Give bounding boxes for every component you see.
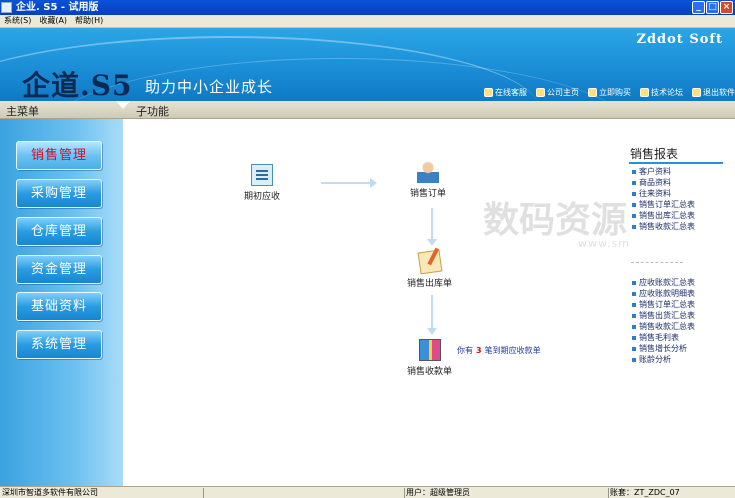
title-bar: 企业. S5 - 试用版 _ □ × (0, 0, 735, 15)
company-name: Zddot Soft (636, 32, 723, 47)
report-link[interactable]: 商品资料 (629, 177, 725, 188)
notice-count: 3 (476, 346, 482, 355)
report-link[interactable]: 销售订单汇总表 (629, 199, 725, 210)
exit-icon (692, 88, 701, 97)
main-menu-sidebar: 销售管理 采购管理 仓库管理 资金管理 基础资料 系统管理 (0, 119, 123, 486)
section-divider (116, 101, 130, 109)
flow-sales-order[interactable]: 销售订单 (410, 161, 446, 199)
nav-purchase[interactable]: 采购管理 (16, 179, 102, 208)
menu-system[interactable]: 系统(S) (0, 15, 35, 27)
reports-list-analysis: 应收账款汇总表 应收账款明细表 销售订单汇总表 销售出货汇总表 销售收款汇总表 … (629, 277, 735, 365)
ledger-icon (251, 164, 273, 186)
report-link[interactable]: 应收账款明细表 (629, 288, 725, 299)
app-icon (1, 2, 12, 13)
main-menu-heading: 主菜单 (6, 105, 39, 118)
report-link[interactable]: 销售出库汇总表 (629, 210, 725, 221)
report-link[interactable]: 客户资料 (629, 166, 725, 177)
home-icon (536, 88, 545, 97)
payment-gift-icon (418, 339, 441, 361)
link-company-home[interactable]: 公司主页 (536, 87, 579, 98)
notice-suffix: 笔到期应收款单 (484, 346, 541, 355)
forum-icon (640, 88, 649, 97)
top-links: 在线客服 公司主页 立即购买 技术论坛 退出软件 (484, 87, 735, 98)
report-link[interactable]: 应收账款汇总表 (629, 277, 725, 288)
status-user: 用户：超级管理员 (406, 488, 470, 497)
delivery-note-icon (417, 249, 442, 275)
link-buy-now[interactable]: 立即购买 (588, 87, 631, 98)
reports-title: 销售报表 (629, 146, 723, 164)
window-controls: _ □ × (692, 1, 733, 14)
report-link[interactable]: 往来资料 (629, 188, 725, 199)
menu-favorites[interactable]: 收藏(A) (35, 15, 71, 27)
flow-sales-delivery[interactable]: 销售出库单 (407, 249, 453, 289)
product-slogan: 助力中小企业成长 (145, 78, 274, 96)
flow-label: 销售收款单 (407, 367, 453, 377)
link-label: 在线客服 (495, 88, 527, 97)
flow-arrow-right (321, 178, 377, 188)
flow-arrow-down (427, 208, 437, 246)
status-divider (203, 488, 204, 498)
link-label: 技术论坛 (651, 88, 683, 97)
report-link[interactable]: 销售收款汇总表 (629, 221, 725, 232)
status-divider (608, 488, 609, 498)
flow-label: 期初应收 (244, 192, 281, 202)
reports-list-basic: 客户资料 商品资料 往来资料 销售订单汇总表 销售出库汇总表 销售收款汇总表 (629, 166, 735, 232)
sub-function-panel: 数码资源网 www.smzy.com 期初应收 销售订单 销售出库单 销售收款单… (123, 119, 735, 486)
status-bar: 深圳市智道多软件有限公司 用户：超级管理员 账套：ZT_ZDC_07 (0, 486, 735, 498)
report-link[interactable]: 销售订单汇总表 (629, 299, 725, 310)
menu-help[interactable]: 帮助(H) (71, 15, 107, 27)
nav-system[interactable]: 系统管理 (16, 330, 102, 359)
status-divider (404, 488, 405, 498)
report-link[interactable]: 销售毛利表 (629, 332, 725, 343)
link-exit[interactable]: 退出软件 (692, 87, 735, 98)
flow-sales-receipt[interactable]: 销售收款单 (407, 339, 452, 377)
nav-warehouse[interactable]: 仓库管理 (16, 217, 102, 246)
report-link[interactable]: 账龄分析 (629, 354, 725, 365)
flow-arrow-down (427, 295, 437, 335)
link-tech-forum[interactable]: 技术论坛 (640, 87, 683, 98)
header-banner: Zddot Soft 企道.S5 助力中小企业成长 在线客服 公司主页 立即购买… (0, 28, 735, 101)
salesperson-icon (417, 161, 439, 183)
sales-reports-panel: 销售报表 客户资料 商品资料 往来资料 销售订单汇总表 销售出库汇总表 销售收款… (629, 146, 735, 436)
status-account: 账套：ZT_ZDC_07 (610, 488, 680, 497)
link-online-support[interactable]: 在线客服 (484, 87, 527, 98)
maximize-button[interactable]: □ (706, 1, 719, 14)
flow-label: 销售出库单 (407, 279, 453, 289)
cart-icon (588, 88, 597, 97)
link-label: 退出软件 (703, 88, 735, 97)
reports-divider (631, 262, 683, 263)
sub-function-heading: 子功能 (136, 105, 169, 118)
notice-prefix: 你有 (457, 346, 473, 355)
close-button[interactable]: × (720, 1, 733, 14)
status-company: 深圳市智道多软件有限公司 (2, 488, 98, 497)
nav-funds[interactable]: 资金管理 (16, 255, 102, 284)
report-link[interactable]: 销售增长分析 (629, 343, 725, 354)
nav-sales[interactable]: 销售管理 (16, 141, 102, 170)
report-link[interactable]: 销售收款汇总表 (629, 321, 725, 332)
window-title: 企业. S5 - 试用版 (16, 2, 99, 13)
flow-opening-receivable[interactable]: 期初应收 (244, 164, 280, 202)
section-header: 主菜单 子功能 (0, 101, 735, 119)
flow-label: 销售订单 (410, 189, 447, 199)
report-link[interactable]: 销售出货汇总表 (629, 310, 725, 321)
headset-icon (484, 88, 493, 97)
product-logo: 企道.S5 (22, 69, 133, 101)
due-receivable-notice[interactable]: 你有 3 笔到期应收款单 (457, 345, 541, 356)
link-label: 立即购买 (599, 88, 631, 97)
minimize-button[interactable]: _ (692, 1, 705, 14)
menu-bar: 系统(S) 收藏(A) 帮助(H) (0, 15, 735, 28)
link-label: 公司主页 (547, 88, 579, 97)
nav-basic-data[interactable]: 基础资料 (16, 292, 102, 321)
